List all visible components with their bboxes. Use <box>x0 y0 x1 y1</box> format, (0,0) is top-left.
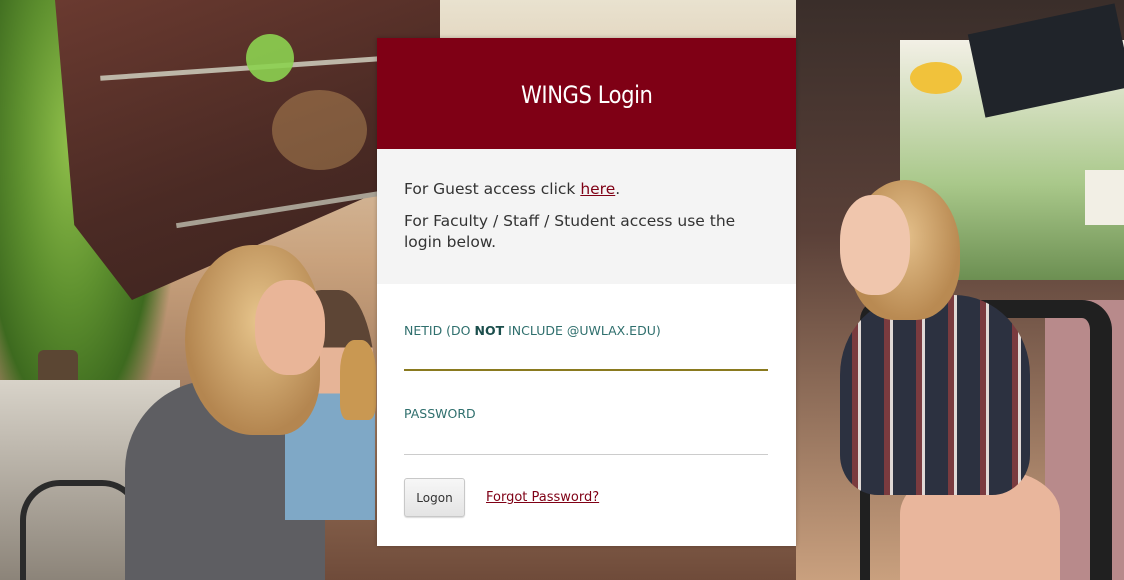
staff-access-text: For Faculty / Staff / Student access use… <box>404 212 736 251</box>
access-info: For Guest access click here. For Faculty… <box>377 149 796 284</box>
login-header: WINGS Login <box>377 38 796 149</box>
login-card: WINGS Login For Guest access click here.… <box>377 38 796 546</box>
netid-input[interactable] <box>404 339 768 371</box>
password-label: PASSWORD <box>404 406 476 421</box>
login-page: WINGS Login For Guest access click here.… <box>0 0 1124 580</box>
password-input[interactable] <box>404 424 768 455</box>
login-title: WINGS Login <box>520 80 653 109</box>
netid-label: NETID (DO NOT INCLUDE @UWLAX.EDU) <box>404 323 661 338</box>
guest-access-text: For Guest access click here. <box>404 180 621 198</box>
logon-button[interactable]: Logon <box>404 478 465 517</box>
login-form: NETID (DO NOT INCLUDE @UWLAX.EDU) PASSWO… <box>377 284 796 546</box>
guest-access-link[interactable]: here <box>580 180 615 198</box>
forgot-password-link[interactable]: Forgot Password? <box>486 490 599 505</box>
